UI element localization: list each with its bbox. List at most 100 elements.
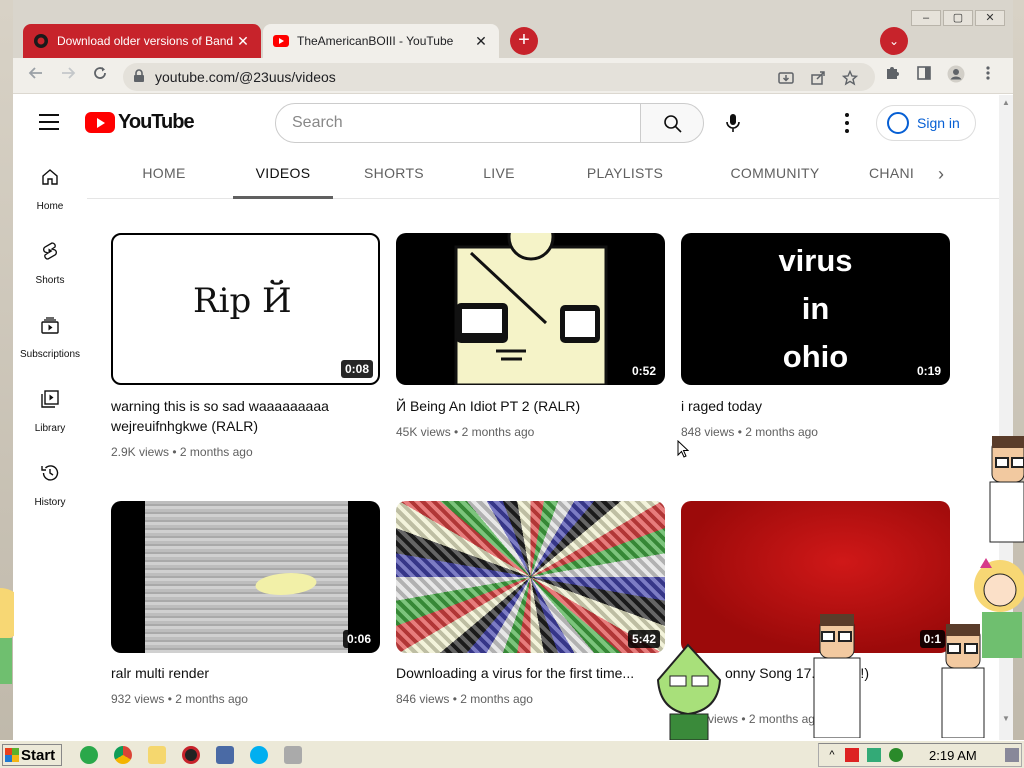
duration-badge: 0:06	[342, 630, 375, 648]
video-title[interactable]: ralr multi render	[111, 663, 379, 683]
shorts-icon	[43, 242, 57, 260]
app-shield-icon[interactable]	[216, 746, 234, 764]
chevron-right-icon[interactable]: ›	[929, 163, 953, 187]
home-icon	[42, 169, 58, 185]
search-button[interactable]	[640, 103, 704, 143]
youtube-header: YouTube Search Sign in	[13, 95, 999, 151]
video-thumbnail[interactable]: 5:42	[396, 501, 665, 653]
install-app-icon[interactable]	[777, 70, 795, 88]
video-title[interactable]: warning this is so sad waaaaaaaaa wejreu…	[111, 396, 379, 436]
url-text: youtube.com/@23uus/videos	[155, 69, 336, 85]
bandicam-icon[interactable]	[182, 746, 200, 764]
settings-more-icon[interactable]	[835, 109, 859, 137]
tab-live[interactable]: LIVE	[467, 151, 531, 199]
browser-tab-youtube[interactable]: TheAmericanBOIII - YouTube ✕	[263, 24, 499, 58]
start-button[interactable]: Start	[2, 744, 62, 766]
scroll-up-icon[interactable]: ▲	[1001, 98, 1011, 108]
upload-age: 2 months ago	[460, 692, 533, 706]
tab-playlists[interactable]: PLAYLISTS	[575, 151, 675, 199]
tab-videos[interactable]: VIDEOS	[233, 151, 333, 199]
browser-toolbar: youtube.com/@23uus/videos	[13, 58, 1013, 94]
video-thumbnail[interactable]: Rip Й 0:08	[111, 233, 380, 385]
volume-icon[interactable]	[889, 748, 903, 762]
voice-search-button[interactable]	[713, 103, 753, 143]
tab-close-icon[interactable]: ✕	[235, 33, 251, 50]
sign-in-label: Sign in	[917, 115, 960, 131]
scroll-down-icon[interactable]: ▼	[1001, 714, 1011, 724]
address-bar[interactable]: youtube.com/@23uus/videos	[123, 63, 875, 91]
new-tab-button[interactable]: +	[510, 27, 538, 55]
subscriptions-icon	[41, 317, 59, 334]
clock: 2:19 AM	[929, 748, 977, 763]
forward-arrow-icon[interactable]	[57, 65, 79, 87]
video-title[interactable]: Downloading a virus for the first time..…	[396, 663, 664, 683]
tab-channels[interactable]: CHANI	[869, 151, 929, 199]
duration-badge: 0:19	[912, 362, 945, 380]
channel-tabs: HOME VIDEOS SHORTS LIVE PLAYLISTS COMMUN…	[87, 151, 999, 199]
folder-icon[interactable]	[148, 746, 166, 764]
guide-item-subscriptions[interactable]: Subscriptions	[13, 299, 87, 373]
bandicam-favicon-icon	[33, 33, 49, 49]
guide-item-history[interactable]: History	[13, 447, 87, 521]
side-panel-icon[interactable]	[913, 65, 935, 87]
youtube-favicon-icon	[273, 33, 289, 49]
show-hidden-icons-icon[interactable]: ^	[825, 748, 839, 762]
video-thumbnail[interactable]: 0:06	[111, 501, 380, 653]
cartoon-man-sprite	[989, 436, 1024, 543]
extensions-puzzle-icon[interactable]	[881, 65, 903, 87]
close-window-button[interactable]: ✕	[975, 10, 1005, 26]
guide-label: Home	[36, 201, 64, 212]
search-input[interactable]: Search	[275, 103, 641, 143]
lock-icon[interactable]	[133, 69, 147, 83]
bookmark-star-icon[interactable]	[841, 69, 859, 88]
tools-icon[interactable]	[284, 746, 302, 764]
sign-in-button[interactable]: Sign in	[876, 105, 976, 141]
view-count: 848 views	[681, 425, 735, 439]
profile-icon[interactable]	[945, 65, 967, 87]
back-arrow-icon[interactable]	[25, 65, 47, 87]
browser-tab-download[interactable]: Download older versions of Band ✕	[23, 24, 261, 58]
search-icon	[664, 115, 682, 133]
menu-hamburger-icon[interactable]	[39, 114, 59, 130]
youtube-play-icon	[85, 112, 115, 133]
youtube-logo[interactable]: YouTube	[85, 111, 195, 134]
history-icon	[41, 465, 59, 481]
video-meta: 848 views • 2 months ago	[681, 425, 818, 439]
tab-strip: Download older versions of Band ✕ TheAme…	[13, 0, 1013, 60]
tab-community[interactable]: COMMUNITY	[715, 151, 835, 199]
chrome-icon[interactable]	[114, 746, 132, 764]
share-icon[interactable]	[809, 70, 827, 88]
star-princess-sprite	[0, 588, 14, 684]
upload-age: 2 months ago	[461, 425, 535, 439]
video-meta: 2.9K views • 2 months ago	[111, 445, 253, 459]
video-meta: 932 views • 2 months ago	[111, 692, 248, 706]
reload-icon[interactable]	[89, 65, 111, 87]
guide-item-home[interactable]: Home	[13, 151, 87, 225]
cartoon-man-sprite	[813, 614, 861, 738]
spotify-icon[interactable]	[80, 746, 98, 764]
maximize-button[interactable]: ▢	[943, 10, 973, 26]
tab-shorts[interactable]: SHORTS	[357, 151, 431, 199]
notification-icon[interactable]	[1005, 748, 1019, 762]
tab-close-icon[interactable]: ✕	[473, 33, 489, 50]
guide-item-library[interactable]: Library	[13, 373, 87, 447]
video-title[interactable]: Й Being An Idiot PT 2 (RALR)	[396, 396, 664, 416]
video-title[interactable]: i raged today	[681, 396, 949, 416]
view-count: 2.9K views	[111, 445, 170, 459]
minimize-button[interactable]: –	[911, 10, 941, 26]
flag-icon[interactable]	[845, 748, 859, 762]
skype-icon[interactable]	[250, 746, 268, 764]
windows-logo-icon	[5, 748, 19, 762]
view-count: 45K views	[396, 425, 451, 439]
library-icon	[41, 390, 59, 408]
microphone-icon	[726, 114, 740, 132]
network-icon[interactable]	[867, 748, 881, 762]
video-thumbnail[interactable]: virus in ohio 0:19	[681, 233, 950, 385]
video-thumbnail[interactable]: 0:52	[396, 233, 665, 385]
static-image	[145, 501, 348, 653]
chrome-menu-icon[interactable]	[977, 65, 999, 87]
guide-item-shorts[interactable]: Shorts	[13, 225, 87, 299]
tab-home[interactable]: HOME	[127, 151, 201, 199]
tab-search-button[interactable]: ⌄	[880, 27, 908, 55]
duration-badge: 0:08	[340, 360, 373, 378]
